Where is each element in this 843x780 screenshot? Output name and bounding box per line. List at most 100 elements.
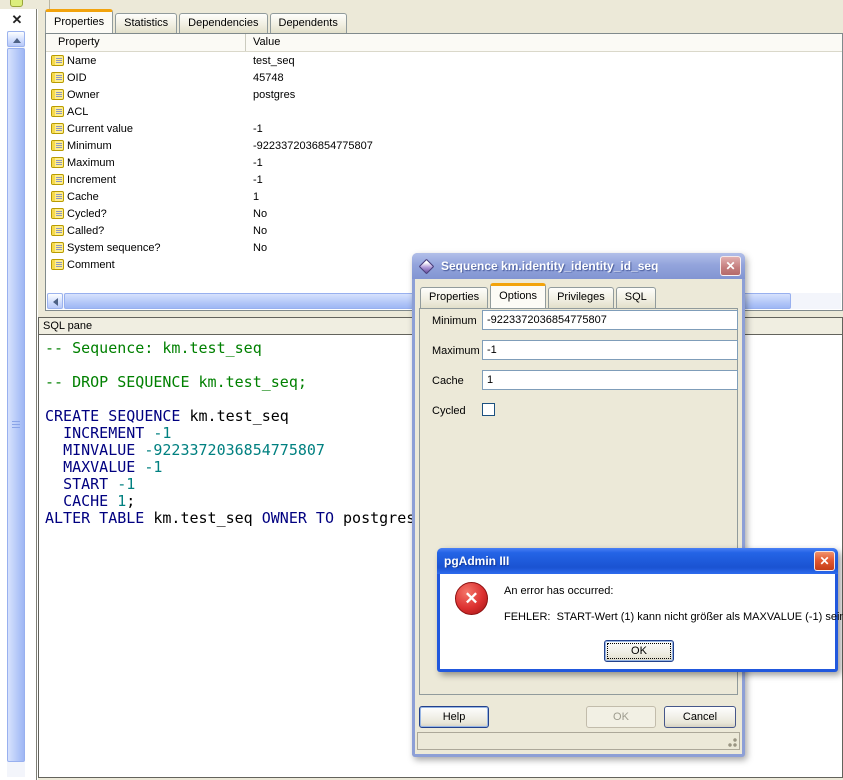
- property-icon: [51, 242, 64, 253]
- property-value: 45748: [253, 72, 284, 84]
- error-message-line2: FEHLER: START-Wert (1) kann nicht größer…: [504, 611, 843, 623]
- maximum-label: Maximum: [432, 345, 480, 357]
- dialog-tab-privileges[interactable]: Privileges: [548, 287, 614, 308]
- main-tab-bar: PropertiesStatisticsDependenciesDependen…: [45, 9, 349, 33]
- error-dialog-body: ✕ An error has occurred: FEHLER: START-W…: [440, 574, 835, 669]
- ok-button[interactable]: OK: [586, 706, 656, 728]
- property-value: 1: [253, 191, 259, 203]
- arrow-left-icon: [53, 298, 58, 306]
- property-name: Maximum: [67, 157, 115, 169]
- resize-grip[interactable]: [725, 735, 738, 748]
- close-icon[interactable]: ✕: [814, 551, 835, 571]
- sequence-dialog-body: PropertiesOptionsPrivilegesSQL Minimum Ma…: [415, 279, 742, 754]
- property-name: Current value: [67, 123, 133, 135]
- tab-statistics[interactable]: Statistics: [115, 13, 177, 33]
- table-row[interactable]: Current value -1: [46, 120, 842, 137]
- object-browser-edge: ✕: [0, 9, 37, 780]
- minimum-input[interactable]: [482, 310, 738, 330]
- dialog-status-bar: [417, 732, 740, 750]
- sequence-dialog-titlebar[interactable]: Sequence km.identity_identity_id_seq ✕: [412, 253, 745, 279]
- cache-label: Cache: [432, 375, 464, 387]
- cache-input[interactable]: [482, 370, 738, 390]
- dialog-tab-sql[interactable]: SQL: [616, 287, 656, 308]
- dialog-tab-bar: PropertiesOptionsPrivilegesSQL: [420, 283, 658, 308]
- dialog-title: Sequence km.identity_identity_id_seq: [441, 259, 658, 273]
- scroll-up-button[interactable]: [7, 31, 25, 47]
- tab-dependents[interactable]: Dependents: [270, 13, 347, 33]
- property-icon: [51, 208, 64, 219]
- arrow-up-icon: [13, 38, 21, 43]
- property-rows: Name test_seq OID 45748 Owner postgres ACL Curr…: [46, 52, 842, 273]
- property-name: Name: [67, 55, 96, 67]
- minimum-label: Minimum: [432, 315, 477, 327]
- property-name: Called?: [67, 225, 104, 237]
- property-icon: [51, 157, 64, 168]
- cycled-checkbox[interactable]: [482, 403, 495, 416]
- toolbar-sliver: [0, 0, 843, 9]
- table-row[interactable]: Minimum -9223372036854775807: [46, 137, 842, 154]
- error-dialog-title: pgAdmin III: [444, 554, 509, 568]
- vertical-scrollbar-thumb[interactable]: [7, 48, 25, 762]
- panel-close-icon[interactable]: ✕: [9, 12, 25, 28]
- property-value: -1: [253, 157, 263, 169]
- close-icon[interactable]: ✕: [720, 256, 741, 276]
- column-header-value[interactable]: Value: [246, 34, 280, 51]
- property-value: -1: [253, 174, 263, 186]
- tab-properties[interactable]: Properties: [45, 9, 113, 33]
- vertical-scrollbar[interactable]: [7, 31, 25, 777]
- thumb-grip: [12, 421, 20, 430]
- property-name: Minimum: [67, 140, 112, 152]
- table-row[interactable]: Cache 1: [46, 188, 842, 205]
- dialog-icon: [419, 258, 435, 274]
- column-header-property[interactable]: Property: [46, 34, 246, 51]
- dialog-tab-properties[interactable]: Properties: [420, 287, 488, 308]
- table-row[interactable]: Increment-1: [46, 171, 842, 188]
- property-name: Cache: [67, 191, 99, 203]
- property-value: No: [253, 225, 267, 237]
- property-value: -1: [253, 123, 263, 135]
- property-icon: [51, 89, 64, 100]
- property-name: OID: [67, 72, 87, 84]
- dialog-tab-options[interactable]: Options: [490, 283, 546, 308]
- error-icon: ✕: [455, 582, 488, 615]
- table-row[interactable]: ACL: [46, 103, 842, 120]
- cycled-label: Cycled: [432, 405, 466, 417]
- table-row[interactable]: Owner postgres: [46, 86, 842, 103]
- table-header[interactable]: Property Value: [46, 34, 842, 52]
- error-dialog-titlebar[interactable]: pgAdmin III ✕: [437, 548, 838, 574]
- scroll-left-button[interactable]: [47, 293, 63, 309]
- property-name: Comment: [67, 259, 115, 271]
- property-value: -9223372036854775807: [253, 140, 373, 152]
- property-value: test_seq: [253, 55, 295, 67]
- property-icon: [51, 174, 64, 185]
- property-value: No: [253, 208, 267, 220]
- sequence-dialog: Sequence km.identity_identity_id_seq ✕ P…: [412, 253, 745, 757]
- table-row[interactable]: Cycled? No: [46, 205, 842, 222]
- property-icon: [51, 72, 64, 83]
- maximum-input[interactable]: [482, 340, 738, 360]
- table-row[interactable]: Called? No: [46, 222, 842, 239]
- property-name: ACL: [67, 106, 88, 118]
- table-row[interactable]: OID 45748: [46, 69, 842, 86]
- property-icon: [51, 106, 64, 117]
- property-icon: [51, 191, 64, 202]
- tab-dependencies[interactable]: Dependencies: [179, 13, 267, 33]
- property-icon: [51, 225, 64, 236]
- property-name: System sequence?: [67, 242, 161, 254]
- toolbar-divider: [49, 0, 50, 9]
- property-icon: [51, 123, 64, 134]
- property-value: postgres: [253, 89, 295, 101]
- error-message-line1: An error has occurred:: [504, 585, 613, 597]
- property-name: Owner: [67, 89, 99, 101]
- property-icon: [51, 55, 64, 66]
- property-icon: [51, 140, 64, 151]
- table-row[interactable]: Maximum -1: [46, 154, 842, 171]
- property-name: Cycled?: [67, 208, 107, 220]
- error-ok-button[interactable]: OK: [604, 640, 674, 662]
- toolbar-icon-fragment[interactable]: [10, 0, 23, 7]
- table-row[interactable]: Name test_seq: [46, 52, 842, 69]
- error-dialog: pgAdmin III ✕ ✕ An error has occurred: F…: [437, 548, 838, 672]
- cancel-button[interactable]: Cancel: [664, 706, 736, 728]
- property-value: No: [253, 242, 267, 254]
- help-button[interactable]: Help: [419, 706, 489, 728]
